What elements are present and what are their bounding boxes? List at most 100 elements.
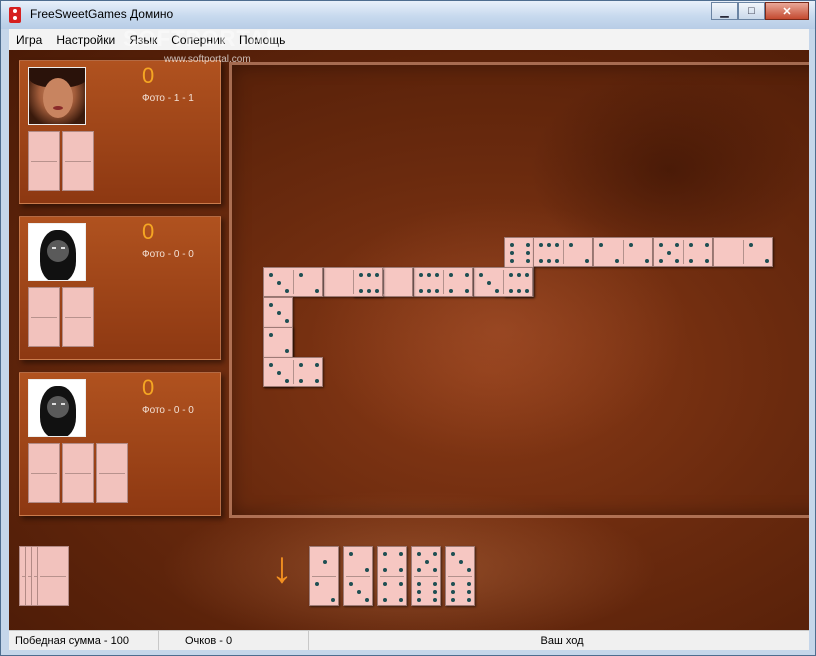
player-domino[interactable]: [377, 546, 407, 606]
player-domino[interactable]: [445, 546, 475, 606]
domino-pip: [451, 598, 455, 602]
domino-pip: [689, 243, 693, 247]
domino-pip: [399, 552, 403, 556]
domino-pip: [465, 289, 469, 293]
photo-label: Фото - 0 - 0: [142, 249, 194, 260]
domino-pip: [495, 289, 499, 293]
domino-pip: [705, 243, 709, 247]
domino-pip: [375, 289, 379, 293]
board-domino: [593, 237, 653, 267]
domino-pip: [749, 243, 753, 247]
domino-pip: [547, 243, 551, 247]
domino-pip: [285, 379, 289, 383]
domino-pip: [705, 259, 709, 263]
maximize-button[interactable]: □: [738, 2, 765, 20]
domino-pip: [315, 582, 319, 586]
player-domino[interactable]: [343, 546, 373, 606]
domino-pip: [417, 582, 421, 586]
domino-pip: [359, 289, 363, 293]
domino-pip: [357, 590, 361, 594]
domino-pip: [399, 582, 403, 586]
domino-pip: [526, 243, 530, 247]
domino-pip: [427, 289, 431, 293]
face-down-domino: [62, 131, 94, 191]
window-controls: ▁ □ ✕: [711, 2, 809, 20]
domino-pip: [365, 568, 369, 572]
domino-pip: [449, 273, 453, 277]
turn-arrow-icon: ↓: [271, 543, 293, 592]
domino-pip: [349, 582, 353, 586]
domino-pip: [269, 273, 273, 277]
domino-pip: [585, 259, 589, 263]
domino-pip: [467, 598, 471, 602]
domino-pip: [433, 598, 437, 602]
domino-pip: [479, 273, 483, 277]
app-window: FreeSweetGames Домино ▁ □ ✕ Игра Настрой…: [0, 0, 816, 656]
opponent-hand: [28, 131, 94, 191]
domino-pip: [417, 598, 421, 602]
domino-pip: [419, 289, 423, 293]
domino-pip: [510, 259, 514, 263]
domino-pip: [419, 273, 423, 277]
domino-pip: [399, 598, 403, 602]
domino-pip: [349, 552, 353, 556]
boneyard-domino[interactable]: [37, 546, 69, 606]
domino-pip: [299, 363, 303, 367]
domino-pip: [315, 289, 319, 293]
man-avatar: [28, 223, 86, 281]
domino-pip: [417, 590, 421, 594]
domino-pip: [525, 289, 529, 293]
domino-pip: [435, 273, 439, 277]
opponent-score: 0: [142, 375, 155, 400]
domino-pip: [689, 259, 693, 263]
domino-pip: [467, 582, 471, 586]
domino-pip: [517, 289, 521, 293]
player-domino[interactable]: [309, 546, 339, 606]
boneyard-stack[interactable]: [19, 546, 81, 606]
domino-pip: [547, 259, 551, 263]
domino-pip: [433, 590, 437, 594]
menu-game[interactable]: Игра: [9, 33, 49, 47]
face-down-domino: [62, 287, 94, 347]
domino-pip: [645, 259, 649, 263]
face-down-domino: [96, 443, 128, 503]
woman-avatar: [28, 67, 86, 125]
domino-pip: [459, 560, 463, 564]
domino-pip: [277, 311, 281, 315]
domino-pip: [383, 598, 387, 602]
domino-pip: [417, 552, 421, 556]
watermark-url: www.softportal.com: [164, 54, 251, 65]
domino-pip: [435, 289, 439, 293]
domino-pip: [451, 582, 455, 586]
domino-pip: [449, 289, 453, 293]
status-points: Очков - 0: [159, 631, 309, 650]
window-title: FreeSweetGames Домино: [30, 7, 174, 21]
domino-pip: [526, 259, 530, 263]
opponent-hand: [28, 287, 94, 347]
board-domino: [473, 267, 533, 297]
domino-pip: [675, 243, 679, 247]
domino-pip: [285, 289, 289, 293]
domino-pip: [487, 281, 491, 285]
player-domino[interactable]: [411, 546, 441, 606]
domino-pip: [269, 303, 273, 307]
domino-pip: [451, 590, 455, 594]
domino-pip: [526, 251, 530, 255]
board-domino: [263, 267, 323, 297]
domino-pip: [517, 273, 521, 277]
opponent-score: 0: [142, 219, 155, 244]
domino-pip: [539, 259, 543, 263]
domino-pip: [367, 273, 371, 277]
domino-pip: [599, 243, 603, 247]
menu-settings[interactable]: Настройки: [49, 33, 122, 47]
photo-label: Фото - 0 - 0: [142, 405, 194, 416]
domino-pip: [451, 552, 455, 556]
watermark-logo: SOFTPORTAL: [123, 26, 281, 51]
domino-pip: [367, 289, 371, 293]
domino-pip: [615, 259, 619, 263]
board-domino: [323, 267, 383, 297]
minimize-button[interactable]: ▁: [711, 2, 738, 20]
close-button[interactable]: ✕: [765, 2, 809, 20]
domino-pip: [299, 379, 303, 383]
opponent-panel-2: 0 Фото - 0 - 0: [19, 216, 221, 360]
